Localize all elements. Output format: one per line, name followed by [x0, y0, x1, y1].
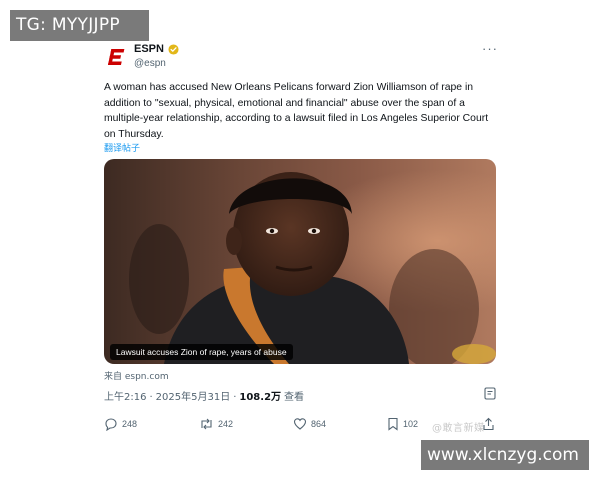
reply-count: 248 [122, 419, 138, 429]
views-count: 108.2万 [239, 392, 282, 403]
repost-icon [201, 418, 212, 430]
account-handle[interactable]: @espn [134, 58, 166, 69]
meta-separator: · [149, 392, 153, 403]
reply-icon [105, 418, 117, 431]
watermark-bottom: www.xlcnzyg.com [421, 440, 589, 470]
meta-separator: · [233, 392, 237, 403]
bookmark-button[interactable]: 102 [387, 417, 418, 431]
translate-post-link[interactable]: 翻译帖子 [104, 141, 140, 154]
views-label: 查看 [284, 392, 305, 403]
reply-button[interactable]: 248 [104, 417, 137, 431]
heart-icon [293, 418, 307, 430]
more-options-icon[interactable]: ··· [482, 41, 498, 56]
account-name[interactable]: ESPN [134, 43, 164, 55]
bookmark-icon [388, 417, 398, 431]
media-caption: Lawsuit accuses Zion of rape, years of a… [110, 344, 293, 360]
tweet-time[interactable]: 上午2:16 [104, 388, 146, 403]
tweet-date[interactable]: 2025年5月31日 [156, 388, 231, 403]
watermark-mid: @敢言新媒 [432, 423, 485, 434]
like-button[interactable]: 864 [293, 417, 326, 431]
bookmark-count: 102 [403, 419, 419, 429]
watermark-top: TG: MYYJJPP [10, 10, 149, 41]
repost-button[interactable]: 242 [199, 417, 233, 431]
repost-count: 242 [218, 419, 234, 429]
tweet-meta: 上午2:16 · 2025年5月31日 · 108.2万 查看 [104, 388, 304, 403]
espn-logo-icon[interactable] [104, 44, 129, 69]
verified-badge-icon [168, 43, 179, 55]
media-source-link[interactable]: 来自 espn.com [104, 369, 169, 382]
tweet-media-image[interactable] [104, 159, 496, 364]
grok-icon[interactable] [484, 387, 496, 400]
like-count: 864 [311, 419, 327, 429]
tweet-text: A woman has accused New Orleans Pelicans… [104, 82, 489, 140]
